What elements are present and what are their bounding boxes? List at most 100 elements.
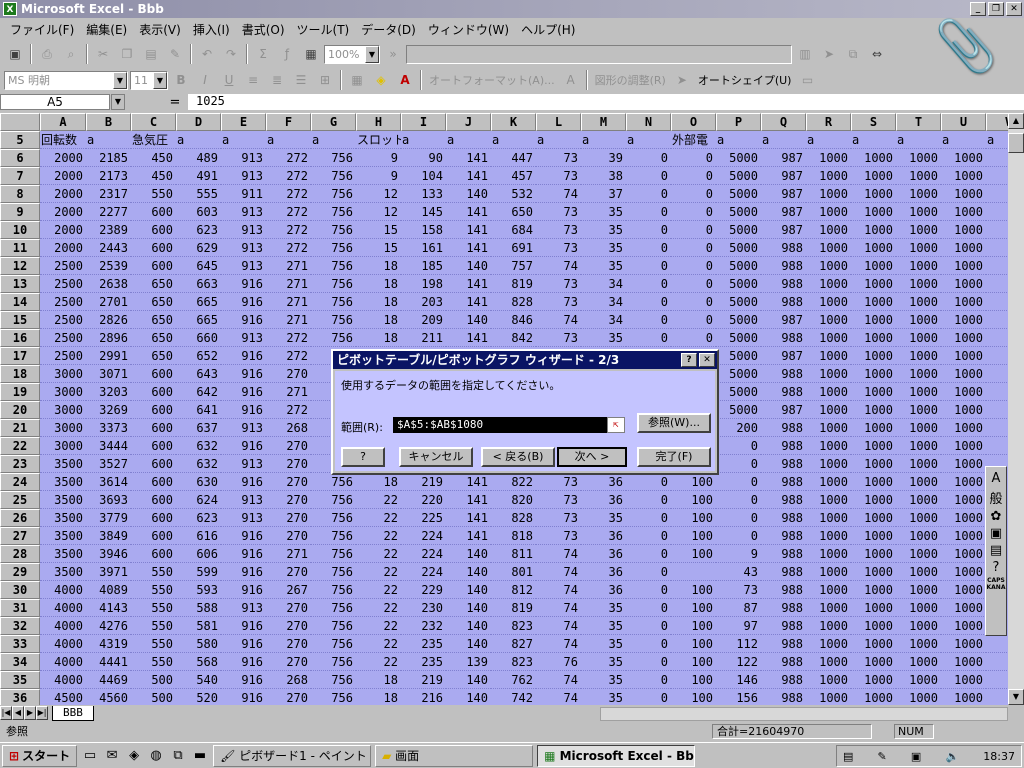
cell[interactable]: 2701: [86, 293, 131, 311]
cell[interactable]: 1000: [806, 383, 851, 401]
cell[interactable]: 457: [491, 167, 536, 185]
cell[interactable]: 1000: [896, 257, 941, 275]
cell[interactable]: 10: [986, 239, 1008, 257]
cell[interactable]: 916: [221, 311, 266, 329]
cell[interactable]: 140: [446, 617, 491, 635]
cell[interactable]: 1000: [806, 635, 851, 653]
cell[interactable]: 756: [311, 473, 356, 491]
row-header[interactable]: 6: [0, 149, 40, 167]
cell[interactable]: 1000: [806, 545, 851, 563]
row-header[interactable]: 36: [0, 689, 40, 705]
menu-file[interactable]: ファイル(F): [4, 19, 80, 40]
cell[interactable]: 12: [356, 203, 401, 221]
cell[interactable]: 36: [581, 491, 626, 509]
ime-tray-icon[interactable]: ▤: [843, 750, 853, 763]
help-button[interactable]: ?: [341, 447, 385, 467]
cell[interactable]: 0: [671, 257, 716, 275]
row-header[interactable]: 32: [0, 617, 40, 635]
cell[interactable]: 550: [131, 581, 176, 599]
column-header[interactable]: E: [221, 113, 266, 131]
cell[interactable]: 916: [221, 653, 266, 671]
cell[interactable]: 632: [176, 455, 221, 473]
cell[interactable]: 650: [131, 347, 176, 365]
font-size-select[interactable]: 11 ▼: [130, 70, 168, 90]
menu-help[interactable]: ヘルプ(H): [515, 19, 581, 40]
cell[interactable]: a: [716, 131, 761, 149]
cell[interactable]: 0: [671, 311, 716, 329]
cell[interactable]: 756: [311, 329, 356, 347]
cell[interactable]: 35: [581, 689, 626, 705]
cell[interactable]: 74: [536, 689, 581, 705]
cell[interactable]: 74: [536, 563, 581, 581]
cell[interactable]: 540: [176, 671, 221, 689]
cell[interactable]: 1000: [806, 311, 851, 329]
cell[interactable]: 916: [221, 473, 266, 491]
cell[interactable]: 1000: [896, 671, 941, 689]
cell[interactable]: 1000: [941, 239, 986, 257]
cell[interactable]: 1000: [806, 401, 851, 419]
cell[interactable]: 122: [716, 653, 761, 671]
cell[interactable]: 0: [716, 437, 761, 455]
cell[interactable]: 913: [221, 455, 266, 473]
cell[interactable]: 10: [986, 365, 1008, 383]
cell[interactable]: 1000: [851, 437, 896, 455]
cell[interactable]: 2317: [86, 185, 131, 203]
cell[interactable]: 39: [581, 149, 626, 167]
cell[interactable]: a: [491, 131, 536, 149]
cell[interactable]: 235: [401, 653, 446, 671]
cell[interactable]: 73: [536, 167, 581, 185]
group-icon[interactable]: ⧉: [842, 44, 864, 64]
cell[interactable]: 1000: [941, 203, 986, 221]
cell[interactable]: 230: [401, 599, 446, 617]
cell[interactable]: 270: [266, 365, 311, 383]
column-header[interactable]: C: [131, 113, 176, 131]
autoshape-button[interactable]: オートシェイプ(U): [695, 72, 795, 88]
cell[interactable]: 0: [626, 257, 671, 275]
cell[interactable]: 1000: [851, 527, 896, 545]
cell[interactable]: 988: [761, 509, 806, 527]
cell[interactable]: 209: [401, 311, 446, 329]
zoom-select[interactable]: 100% ▼: [324, 44, 380, 64]
cell[interactable]: 1000: [851, 545, 896, 563]
cell[interactable]: 74: [536, 311, 581, 329]
cell[interactable]: 988: [761, 239, 806, 257]
cell[interactable]: 185: [401, 257, 446, 275]
cell[interactable]: 4319: [86, 635, 131, 653]
column-header[interactable]: S: [851, 113, 896, 131]
cell[interactable]: 3779: [86, 509, 131, 527]
menu-view[interactable]: 表示(V): [133, 19, 187, 40]
cell[interactable]: 141: [446, 473, 491, 491]
cell[interactable]: 3000: [40, 437, 86, 455]
cell[interactable]: 100: [671, 545, 716, 563]
row-header[interactable]: 27: [0, 527, 40, 545]
copy-icon[interactable]: ❐: [116, 44, 138, 64]
cell[interactable]: 0: [716, 473, 761, 491]
cell[interactable]: 5000: [716, 347, 761, 365]
textbox-icon[interactable]: ▭: [796, 70, 818, 90]
paste-icon[interactable]: ▤: [140, 44, 162, 64]
cell[interactable]: 271: [266, 383, 311, 401]
cell[interactable]: 5000: [716, 149, 761, 167]
cell[interactable]: 1000: [806, 527, 851, 545]
cell[interactable]: 3500: [40, 455, 86, 473]
cell[interactable]: 3000: [40, 401, 86, 419]
cell[interactable]: 2000: [40, 149, 86, 167]
cell[interactable]: 35: [581, 329, 626, 347]
cell[interactable]: 0: [626, 185, 671, 203]
cell[interactable]: 1000: [806, 437, 851, 455]
cell[interactable]: 600: [131, 203, 176, 221]
ime-mode-icon[interactable]: A: [992, 471, 1001, 486]
cell[interactable]: 1000: [851, 473, 896, 491]
cell[interactable]: 568: [176, 653, 221, 671]
cell[interactable]: 1000: [851, 149, 896, 167]
cell[interactable]: 916: [221, 383, 266, 401]
cell[interactable]: 1000: [806, 491, 851, 509]
cell[interactable]: 1000: [941, 167, 986, 185]
cell[interactable]: 5000: [716, 221, 761, 239]
cell[interactable]: 15: [356, 221, 401, 239]
cell[interactable]: 2500: [40, 347, 86, 365]
cell[interactable]: 3500: [40, 491, 86, 509]
cell[interactable]: 756: [311, 509, 356, 527]
cell[interactable]: 0: [626, 545, 671, 563]
cell[interactable]: 1000: [896, 221, 941, 239]
